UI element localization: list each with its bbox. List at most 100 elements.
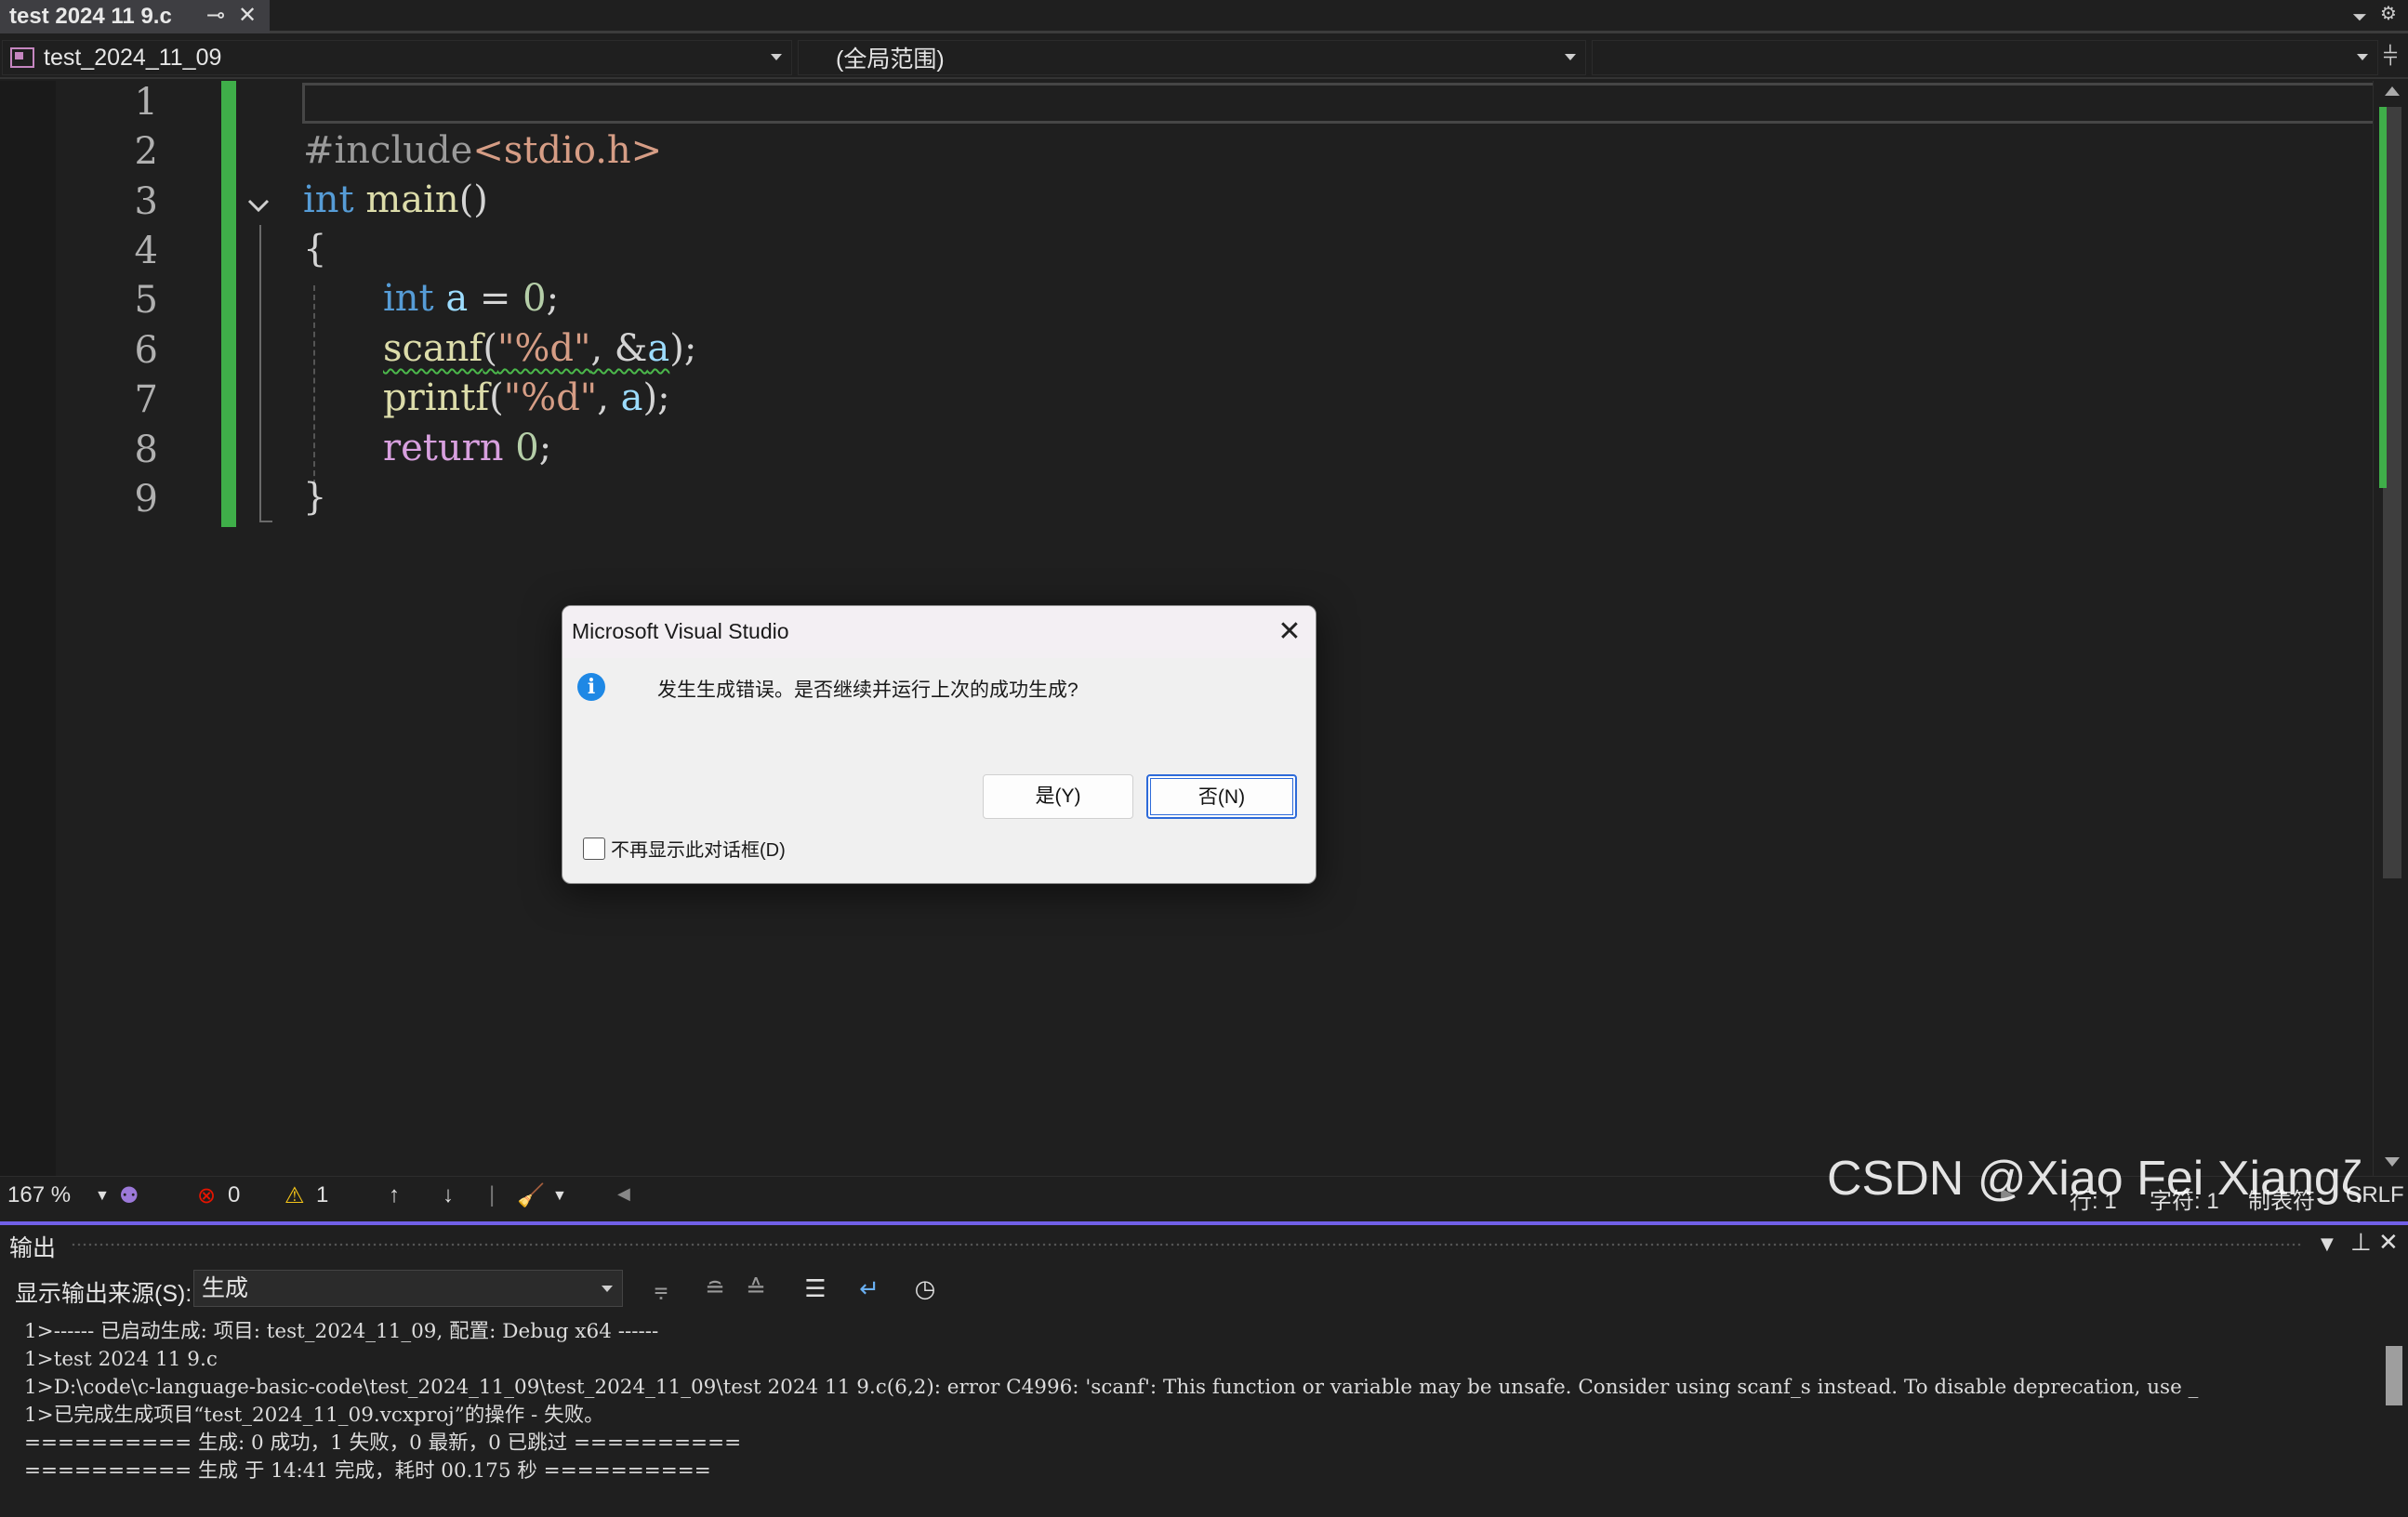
previous-issue-icon[interactable]: ↑: [389, 1182, 400, 1208]
error-count: 0: [228, 1182, 241, 1207]
error-icon[interactable]: ⊗: [197, 1182, 216, 1209]
source-label: 显示输出来源(S):: [15, 1281, 192, 1307]
change-tracking-bar: [221, 81, 236, 527]
punctuation: );: [642, 376, 670, 419]
operator: =: [468, 277, 523, 320]
project-name: test_2024_11_09: [44, 44, 222, 71]
vertical-scrollbar[interactable]: [2373, 81, 2408, 1178]
line-number: 9: [134, 478, 158, 521]
current-line-highlight: [302, 83, 2375, 124]
code-line-7: printf("%d", a);: [383, 376, 670, 419]
close-icon[interactable]: ✕: [2378, 1229, 2399, 1257]
copilot-icon[interactable]: ⚉: [119, 1182, 139, 1209]
variable: a: [647, 327, 670, 370]
chevron-down-icon[interactable]: ▼: [95, 1188, 110, 1205]
horizontal-scrollbar[interactable]: ◀ ▶: [614, 1184, 2018, 1207]
chevron-down-icon: [771, 54, 782, 60]
checkbox[interactable]: [583, 837, 605, 860]
variable: a: [620, 376, 643, 419]
line-number: 2: [134, 130, 158, 173]
code-line-4: {: [303, 228, 326, 270]
member-dropdown[interactable]: [1592, 40, 2378, 75]
visual-studio-window: test 2024 11 9.c ⊸ ✕ ⏷ ⚙ test_2024_11_09…: [0, 0, 2408, 1517]
output-source-dropdown[interactable]: 生成: [193, 1270, 623, 1307]
pin-icon[interactable]: ⊥: [2350, 1229, 2372, 1257]
warning-count: 1: [316, 1182, 329, 1207]
collapse-chevron-icon[interactable]: [245, 192, 271, 218]
chevron-down-icon[interactable]: ⏷: [2352, 6, 2367, 28]
code-line-9: }: [303, 476, 326, 519]
output-scrollbar[interactable]: [2380, 1314, 2408, 1517]
output-text[interactable]: 1>------ 已启动生成: 项目: test_2024_11_09, 配置:…: [24, 1318, 2367, 1513]
output-line: 1>D:\code\c-language-basic-code\test_202…: [24, 1376, 2199, 1399]
punctuation: {: [303, 228, 327, 270]
gear-icon[interactable]: ⚙: [2380, 2, 2397, 24]
dialog-message: 发生生成错误。是否继续并运行上次的成功生成?: [657, 679, 1078, 701]
scope-dropdown[interactable]: (全局范围): [798, 40, 1586, 75]
scroll-left-icon[interactable]: ◀: [617, 1184, 630, 1204]
fold-guide: [259, 225, 261, 522]
fold-guide-end: [259, 521, 272, 522]
find-message-icon[interactable]: ⩦: [645, 1273, 677, 1305]
output-title: 输出: [9, 1235, 57, 1261]
punctuation: }: [303, 476, 327, 519]
string-literal: "%d": [503, 376, 598, 419]
output-line: 1>------ 已启动生成: 项目: test_2024_11_09, 配置:…: [24, 1320, 659, 1343]
scroll-up-icon[interactable]: [2385, 86, 2400, 96]
function-name: main: [353, 178, 459, 221]
keyword: int: [303, 178, 354, 221]
clock-icon[interactable]: ◷: [909, 1273, 941, 1305]
scroll-down-icon[interactable]: [2385, 1157, 2400, 1167]
dialog-titlebar[interactable]: Microsoft Visual Studio ✕: [562, 606, 1316, 658]
keyword: return: [383, 427, 504, 469]
close-icon[interactable]: ✕: [238, 2, 257, 28]
function-name: scanf: [383, 327, 483, 370]
drag-grip[interactable]: [71, 1242, 2302, 1249]
next-message-icon[interactable]: ≙: [740, 1273, 772, 1305]
next-issue-icon[interactable]: ↓: [443, 1182, 454, 1208]
line-number: 1: [134, 81, 158, 124]
zoom-level[interactable]: 167 %: [7, 1182, 71, 1208]
watermark: CSDN @Xiao Fei Xiangζ: [1827, 1152, 2362, 1206]
chevron-down-icon[interactable]: ▼: [2321, 1234, 2334, 1254]
close-icon[interactable]: ✕: [1269, 612, 1310, 653]
chevron-down-icon[interactable]: ▼: [552, 1188, 567, 1205]
scrollbar-thumb[interactable]: [2386, 1346, 2402, 1405]
clear-all-icon[interactable]: ☰: [800, 1273, 831, 1305]
code-line-3: int main(): [303, 178, 488, 221]
output-toolbar: 显示输出来源(S): 生成 ⩦ ≘ ≙ ☰ ↵ ◷: [0, 1264, 2408, 1313]
line-numbers: 1 2 3 4 5 6 7 8 9: [56, 81, 223, 1178]
line-number: 8: [134, 429, 158, 471]
dont-show-checkbox[interactable]: 不再显示此对话框(D): [583, 835, 786, 862]
word-wrap-icon[interactable]: ↵: [853, 1273, 885, 1305]
separator: |: [489, 1182, 496, 1207]
code-cleanup-icon[interactable]: 🧹: [517, 1182, 545, 1209]
document-tab-strip: test 2024 11 9.c ⊸ ✕ ⏷ ⚙: [0, 0, 2408, 33]
warning-icon[interactable]: ⚠: [284, 1182, 305, 1209]
line-number: 4: [134, 230, 158, 272]
preprocessor-directive: #include: [303, 129, 473, 172]
info-icon: i: [577, 673, 605, 701]
code-line-6: scanf("%d", &a);: [383, 327, 696, 370]
document-tab[interactable]: test 2024 11 9.c ⊸ ✕: [0, 0, 270, 33]
punctuation: (: [483, 327, 497, 370]
line-number: 3: [134, 180, 158, 223]
message-dialog: Microsoft Visual Studio ✕ i 发生生成错误。是否继续并…: [562, 605, 1316, 884]
split-editor-icon[interactable]: ⫩: [2376, 42, 2404, 72]
no-button[interactable]: 否(N): [1146, 774, 1297, 819]
dont-show-label: 不再显示此对话框(D): [611, 840, 786, 861]
punctuation: ;: [546, 277, 560, 320]
warning-squiggle[interactable]: scanf("%d", &a: [383, 327, 669, 370]
output-line: ========== 生成: 0 成功，1 失败，0 最新，0 已跳过 ====…: [24, 1431, 742, 1455]
chevron-down-icon: [2357, 54, 2368, 60]
output-line: 1>已完成生成项目“test_2024_11_09.vcxproj”的操作 - …: [24, 1404, 604, 1427]
navigation-bar: test_2024_11_09 (全局范围) ⫩: [0, 36, 2408, 79]
pin-icon[interactable]: ⊸: [206, 2, 225, 28]
prev-message-icon[interactable]: ≘: [699, 1273, 731, 1305]
string-literal: "%d": [496, 327, 591, 370]
indent-guide: [313, 285, 315, 495]
punctuation: ;: [538, 427, 552, 469]
project-dropdown[interactable]: test_2024_11_09: [2, 40, 792, 75]
yes-button[interactable]: 是(Y): [983, 774, 1133, 819]
